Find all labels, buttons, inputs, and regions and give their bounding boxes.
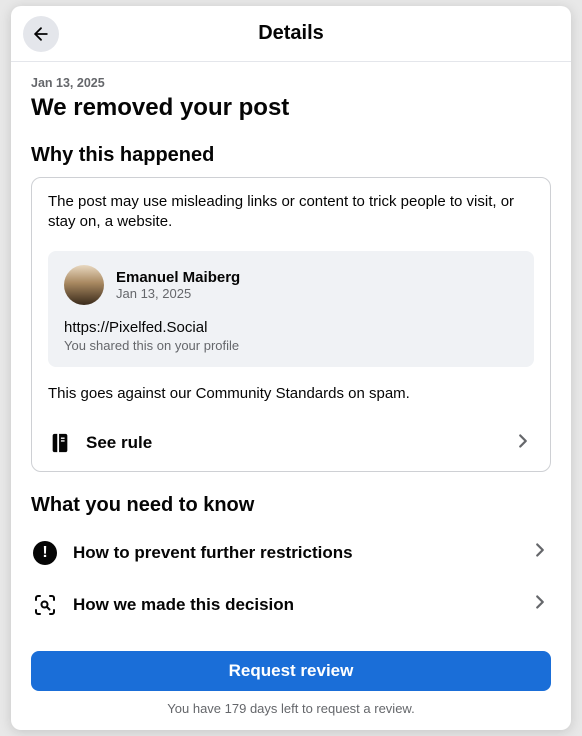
modal-content: Jan 13, 2025 We removed your post Why th… bbox=[11, 62, 571, 643]
details-modal: Details Jan 13, 2025 We removed your pos… bbox=[11, 6, 571, 730]
modal-footer: Request review You have 179 days left to… bbox=[11, 643, 571, 730]
date-label: Jan 13, 2025 bbox=[31, 76, 551, 90]
arrow-left-icon bbox=[31, 24, 51, 44]
post-author-name: Emanuel Maiberg bbox=[116, 269, 240, 286]
post-author-block: Emanuel Maiberg Jan 13, 2025 bbox=[116, 269, 240, 301]
modal-header: Details bbox=[11, 6, 571, 62]
post-header: Emanuel Maiberg Jan 13, 2025 bbox=[64, 265, 518, 305]
removed-post-preview: Emanuel Maiberg Jan 13, 2025 https://Pix… bbox=[48, 251, 534, 367]
prevent-restrictions-label: How to prevent further restrictions bbox=[73, 543, 529, 563]
header-title: Details bbox=[258, 22, 324, 45]
how-decision-label: How we made this decision bbox=[73, 595, 529, 615]
prevent-restrictions-row[interactable]: ! How to prevent further restrictions bbox=[31, 527, 551, 579]
rule-book-icon bbox=[48, 431, 72, 455]
post-date: Jan 13, 2025 bbox=[116, 286, 240, 301]
alert-icon: ! bbox=[31, 539, 59, 567]
chevron-right-icon bbox=[512, 430, 534, 457]
review-days-note: You have 179 days left to request a revi… bbox=[31, 701, 551, 716]
how-decision-row[interactable]: How we made this decision bbox=[31, 579, 551, 631]
know-heading: What you need to know bbox=[31, 494, 551, 517]
why-heading: Why this happened bbox=[31, 144, 551, 167]
avatar bbox=[64, 265, 104, 305]
request-review-button[interactable]: Request review bbox=[31, 651, 551, 691]
why-card: The post may use misleading links or con… bbox=[31, 177, 551, 472]
back-button[interactable] bbox=[23, 16, 59, 52]
scan-search-icon bbox=[31, 591, 59, 619]
chevron-right-icon bbox=[529, 591, 551, 618]
post-share-note: You shared this on your profile bbox=[64, 338, 518, 353]
chevron-right-icon bbox=[529, 539, 551, 566]
page-title: We removed your post bbox=[31, 94, 551, 122]
why-explanation: The post may use misleading links or con… bbox=[48, 192, 534, 233]
community-standards-text: This goes against our Community Standard… bbox=[48, 385, 534, 402]
post-url: https://Pixelfed.Social bbox=[64, 319, 518, 336]
know-list: ! How to prevent further restrictions bbox=[31, 527, 551, 631]
see-rule-label: See rule bbox=[86, 433, 512, 453]
see-rule-row[interactable]: See rule bbox=[48, 422, 534, 461]
